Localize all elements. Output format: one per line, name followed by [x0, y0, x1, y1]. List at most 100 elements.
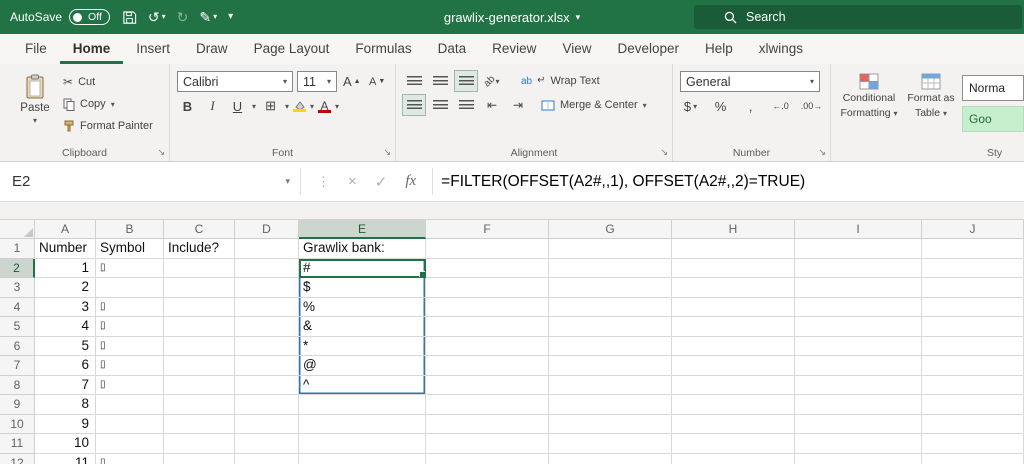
cell-E1[interactable]: Grawlix bank: — [299, 239, 426, 259]
borders-button[interactable]: ⊞ — [260, 96, 281, 116]
cell-B7[interactable]: ▯ — [96, 356, 164, 376]
column-header-A[interactable]: A — [35, 220, 96, 239]
cell-I3[interactable] — [795, 278, 922, 298]
tab-home[interactable]: Home — [60, 35, 124, 64]
cell-style-good[interactable]: Goo — [962, 106, 1024, 132]
cell-H1[interactable] — [672, 239, 795, 259]
fill-color-button[interactable] — [293, 101, 306, 112]
row-header-2[interactable]: 2 — [0, 259, 35, 279]
cell-G5[interactable] — [549, 317, 672, 337]
underline-button[interactable]: U — [227, 96, 248, 116]
align-right-button[interactable] — [455, 95, 477, 115]
orientation-button[interactable]: ab ▾ — [481, 71, 503, 91]
font-color-button[interactable]: A — [318, 100, 331, 113]
cell-A1[interactable]: Number — [35, 239, 96, 259]
cell-J4[interactable] — [922, 298, 1024, 318]
cell-B2[interactable]: ▯ — [96, 259, 164, 279]
cell-C11[interactable] — [164, 434, 235, 454]
cancel-button[interactable]: × — [348, 173, 357, 190]
cell-I8[interactable] — [795, 376, 922, 396]
cell-B3[interactable] — [96, 278, 164, 298]
name-box[interactable]: E2 ▾ — [0, 162, 300, 201]
cell-F3[interactable] — [426, 278, 549, 298]
cell-F2[interactable] — [426, 259, 549, 279]
cell-E4[interactable]: % — [299, 298, 426, 318]
cell-I5[interactable] — [795, 317, 922, 337]
format-as-table-button[interactable]: Format as Table ▾ — [900, 71, 962, 143]
cell-J11[interactable] — [922, 434, 1024, 454]
row-header-6[interactable]: 6 — [0, 337, 35, 357]
cell-J12[interactable] — [922, 454, 1024, 464]
cell-D7[interactable] — [235, 356, 299, 376]
decrease-indent-button[interactable]: ⇤ — [481, 95, 503, 115]
cell-H3[interactable] — [672, 278, 795, 298]
cell-G7[interactable] — [549, 356, 672, 376]
cell-C5[interactable] — [164, 317, 235, 337]
cell-B6[interactable]: ▯ — [96, 337, 164, 357]
cell-F8[interactable] — [426, 376, 549, 396]
cell-C2[interactable] — [164, 259, 235, 279]
cell-C3[interactable] — [164, 278, 235, 298]
cell-J6[interactable] — [922, 337, 1024, 357]
cell-B9[interactable] — [96, 395, 164, 415]
cell-G10[interactable] — [549, 415, 672, 435]
save-button[interactable] — [122, 10, 137, 25]
row-header-9[interactable]: 9 — [0, 395, 35, 415]
cell-B10[interactable] — [96, 415, 164, 435]
enter-button[interactable]: ✓ — [375, 173, 388, 191]
cell-I10[interactable] — [795, 415, 922, 435]
cell-I6[interactable] — [795, 337, 922, 357]
cell-D1[interactable] — [235, 239, 299, 259]
cell-I9[interactable] — [795, 395, 922, 415]
cell-G11[interactable] — [549, 434, 672, 454]
undo-button[interactable]: ↺ ▾ — [148, 10, 166, 24]
cell-A4[interactable]: 3 — [35, 298, 96, 318]
column-header-C[interactable]: C — [164, 220, 235, 239]
cell-H7[interactable] — [672, 356, 795, 376]
cell-F4[interactable] — [426, 298, 549, 318]
column-header-E[interactable]: E — [299, 220, 426, 239]
autosave-toggle[interactable]: Off — [69, 9, 110, 25]
cell-B5[interactable]: ▯ — [96, 317, 164, 337]
font-color-caret-icon[interactable]: ▾ — [335, 102, 339, 111]
cell-G2[interactable] — [549, 259, 672, 279]
cell-H5[interactable] — [672, 317, 795, 337]
row-header-5[interactable]: 5 — [0, 317, 35, 337]
search-box[interactable]: Search — [694, 5, 1022, 29]
row-header-1[interactable]: 1 — [0, 239, 35, 259]
row-header-11[interactable]: 11 — [0, 434, 35, 454]
cell-G4[interactable] — [549, 298, 672, 318]
cell-D2[interactable] — [235, 259, 299, 279]
align-middle-button[interactable] — [429, 71, 451, 91]
currency-button[interactable]: $ ▾ — [680, 96, 701, 116]
increase-indent-button[interactable]: ⇥ — [507, 95, 529, 115]
cell-A10[interactable]: 9 — [35, 415, 96, 435]
cell-A6[interactable]: 5 — [35, 337, 96, 357]
column-header-F[interactable]: F — [426, 220, 549, 239]
cell-E8[interactable]: ^ — [299, 376, 426, 396]
bold-button[interactable]: B — [177, 96, 198, 116]
cell-J5[interactable] — [922, 317, 1024, 337]
align-top-button[interactable] — [403, 71, 425, 91]
cell-E3[interactable]: $ — [299, 278, 426, 298]
cell-J1[interactable] — [922, 239, 1024, 259]
cell-F5[interactable] — [426, 317, 549, 337]
cell-C1[interactable]: Include? — [164, 239, 235, 259]
cell-F6[interactable] — [426, 337, 549, 357]
cell-C4[interactable] — [164, 298, 235, 318]
cell-A9[interactable]: 8 — [35, 395, 96, 415]
cell-F11[interactable] — [426, 434, 549, 454]
column-header-D[interactable]: D — [235, 220, 299, 239]
cell-A8[interactable]: 7 — [35, 376, 96, 396]
cell-H10[interactable] — [672, 415, 795, 435]
cell-D8[interactable] — [235, 376, 299, 396]
cell-J2[interactable] — [922, 259, 1024, 279]
decrease-decimal-button[interactable]: .00→ — [800, 96, 823, 116]
cell-H4[interactable] — [672, 298, 795, 318]
cell-I2[interactable] — [795, 259, 922, 279]
cell-F12[interactable] — [426, 454, 549, 464]
cell-H6[interactable] — [672, 337, 795, 357]
tab-data[interactable]: Data — [425, 35, 480, 64]
cell-C12[interactable] — [164, 454, 235, 464]
row-header-8[interactable]: 8 — [0, 376, 35, 396]
